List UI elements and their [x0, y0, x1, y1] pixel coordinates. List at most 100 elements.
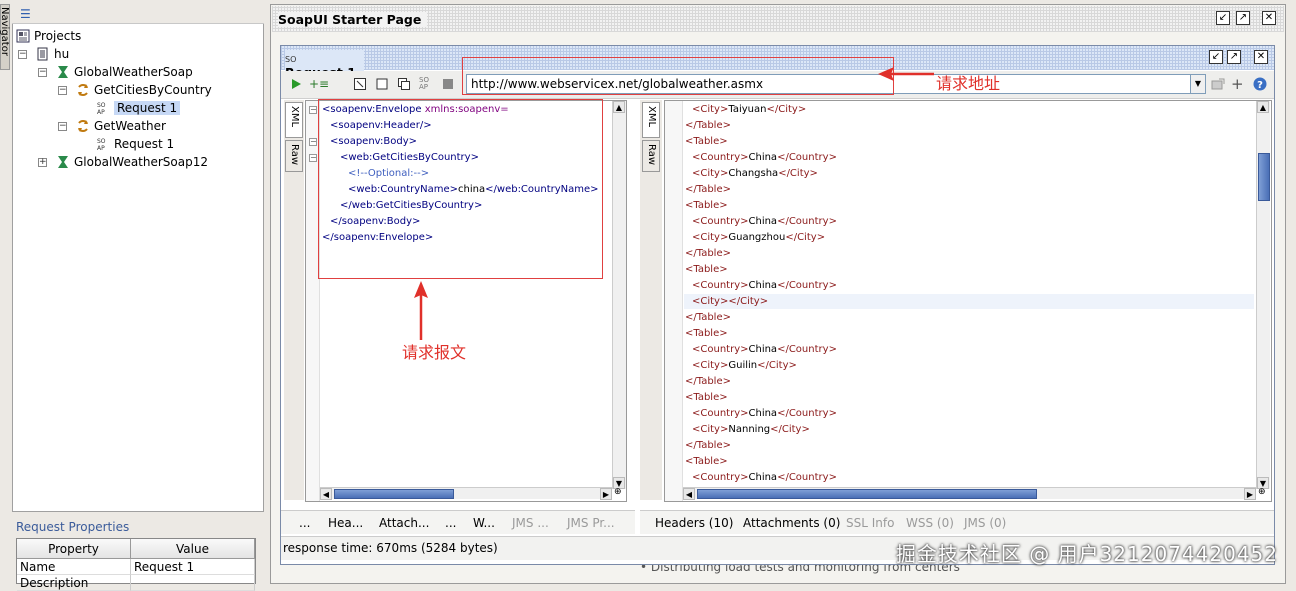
expand-icon[interactable]: +: [38, 158, 47, 167]
tab-request-jms[interactable]: JMS ...: [512, 516, 549, 530]
tree-item-label: Request 1: [114, 101, 181, 115]
xml-line: <City>Taiyuan</City>: [692, 104, 807, 115]
tab-request-more2[interactable]: ...: [445, 516, 456, 530]
tab-response-jms[interactable]: JMS (0): [964, 516, 1006, 530]
tab-response-headers[interactable]: Headers (10): [655, 516, 733, 530]
tree-item-label: Request 1: [114, 137, 175, 151]
column-header-property[interactable]: Property: [17, 539, 131, 559]
zoom-icon[interactable]: ⊕: [1258, 487, 1266, 497]
tree-item[interactable]: hu: [36, 46, 69, 63]
tab-request-wss[interactable]: W...: [473, 516, 495, 530]
tab-response-xml[interactable]: XML: [642, 102, 660, 138]
add-to-testcase-icon[interactable]: +≡: [309, 77, 329, 91]
add-endpoint-icon[interactable]: +: [1231, 77, 1245, 92]
endpoint-dropdown-icon[interactable]: ▼: [1190, 74, 1206, 94]
tree-item-label: GlobalWeatherSoap12: [74, 155, 209, 169]
current-line-highlight: [684, 294, 1254, 309]
tree-item[interactable]: GlobalWeatherSoap: [56, 64, 193, 81]
xml-line: <Country>China</Country>: [692, 216, 837, 227]
navigator-toolbar: ☰: [12, 4, 264, 24]
response-vertical-scrollbar[interactable]: ▲ ▼: [1256, 101, 1270, 489]
collapse-icon[interactable]: −: [309, 106, 317, 114]
close-icon[interactable]: ✕: [1262, 11, 1276, 25]
create-empty-request-icon[interactable]: [353, 77, 367, 91]
xml-line: </Table>: [685, 440, 731, 451]
submit-request-icon[interactable]: [289, 77, 303, 91]
close-icon[interactable]: ✕: [1254, 50, 1268, 64]
property-name-cell[interactable]: Name: [17, 559, 131, 575]
tree-item[interactable]: Projects: [16, 28, 81, 45]
clone-request-icon[interactable]: [375, 77, 389, 91]
request-horizontal-scrollbar[interactable]: ◀ ▶: [320, 487, 612, 500]
column-header-value[interactable]: Value: [131, 539, 255, 559]
soap-request-icon: SOAP: [97, 102, 106, 115]
collapse-icon[interactable]: −: [18, 50, 27, 59]
scrollbar-thumb[interactable]: [697, 489, 1037, 499]
tab-response-raw[interactable]: Raw: [642, 140, 660, 172]
scrollbar-thumb[interactable]: [334, 489, 454, 499]
list-view-icon[interactable]: ☰: [20, 7, 31, 21]
response-time-text: response time: 670ms (5284 bytes): [283, 541, 498, 555]
tab-request-headers[interactable]: Hea...: [328, 516, 363, 530]
collapse-icon[interactable]: −: [58, 122, 67, 131]
property-name-cell[interactable]: Description: [17, 575, 131, 591]
zoom-icon[interactable]: ⊕: [614, 487, 622, 497]
tab-response-wss[interactable]: WSS (0): [906, 516, 954, 530]
request-properties-table: Property Value Name Request 1 Descriptio…: [16, 538, 256, 591]
minimize-icon[interactable]: ↙: [1209, 50, 1223, 64]
collapse-icon[interactable]: −: [309, 138, 317, 146]
help-icon[interactable]: ?: [1253, 77, 1267, 91]
svg-text:SO: SO: [97, 138, 106, 145]
request-bottom-tabs: ... Hea... Attach... ... W... JMS ... JM…: [281, 510, 635, 534]
collapse-icon[interactable]: −: [38, 68, 47, 77]
request-vertical-scrollbar[interactable]: ▲ ▼: [612, 101, 626, 489]
xml-line: <Country>China</Country>: [692, 344, 837, 355]
copy-icon[interactable]: [397, 77, 411, 91]
maximize-icon[interactable]: ↗: [1227, 50, 1241, 64]
body-annotation-label: 请求报文: [402, 343, 467, 362]
navigator-tab[interactable]: Navigator: [0, 4, 10, 70]
tree-item-label: GetWeather: [94, 119, 166, 133]
svg-text:?: ?: [1257, 80, 1263, 91]
collapse-icon[interactable]: −: [309, 154, 317, 162]
tab-response-ssl-info[interactable]: SSL Info: [846, 516, 894, 530]
property-value-cell[interactable]: [131, 575, 255, 591]
projects-icon: [16, 29, 30, 43]
tree-item[interactable]: SO AP Request 1: [96, 136, 174, 153]
tab-request-jms-properties[interactable]: JMS Pr...: [567, 516, 615, 530]
xml-line: </Table>: [685, 120, 731, 131]
response-xml-editor[interactable]: <City>Taiyuan</City> </Table> <Table> <Coun…: [664, 100, 1272, 502]
xml-line: </Table>: [685, 376, 731, 387]
interface-icon: [58, 156, 68, 168]
xml-line: <Table>: [685, 392, 728, 403]
xml-line: <Table>: [685, 264, 728, 275]
xml-line: <Table>: [685, 328, 728, 339]
collapse-icon[interactable]: −: [58, 86, 67, 95]
maximize-icon[interactable]: ↗: [1236, 11, 1250, 25]
xml-line: <Country>China</Country>: [692, 408, 837, 419]
xml-line: </Table>: [685, 184, 731, 195]
property-value-cell[interactable]: Request 1: [131, 559, 255, 575]
xml-line: <Table>: [685, 200, 728, 211]
xml-line: <Table>: [685, 136, 728, 147]
tree-item[interactable]: GetWeather: [76, 118, 166, 135]
tab-request-more[interactable]: ...: [299, 516, 310, 530]
xml-line: <Country>China</Country>: [692, 152, 837, 163]
response-horizontal-scrollbar[interactable]: ◀ ▶: [683, 487, 1256, 500]
endpoint-settings-icon[interactable]: [1211, 77, 1225, 91]
tree-item[interactable]: GetCitiesByCountry: [76, 82, 212, 99]
minimize-icon[interactable]: ↙: [1216, 11, 1230, 25]
tree-item[interactable]: SO AP Request 1: [96, 100, 181, 117]
tab-request-attachments[interactable]: Attach...: [379, 516, 429, 530]
xml-line: </Table>: [685, 248, 731, 259]
tab-request-xml[interactable]: XML: [285, 102, 303, 138]
scrollbar-thumb[interactable]: [1258, 153, 1270, 201]
watermark-text: 掘金技术社区 @ 用户3212074420452: [895, 542, 1278, 566]
svg-text:SO: SO: [97, 102, 106, 109]
soap-icon[interactable]: SO AP: [419, 77, 433, 91]
tab-response-attachments[interactable]: Attachments (0): [743, 516, 840, 530]
tab-request-raw[interactable]: Raw: [285, 140, 303, 172]
response-bottom-tabs: Headers (10) Attachments (0) SSL Info WS…: [640, 510, 1274, 534]
tree-item[interactable]: GlobalWeatherSoap12: [56, 154, 208, 171]
stop-icon[interactable]: [441, 77, 455, 91]
